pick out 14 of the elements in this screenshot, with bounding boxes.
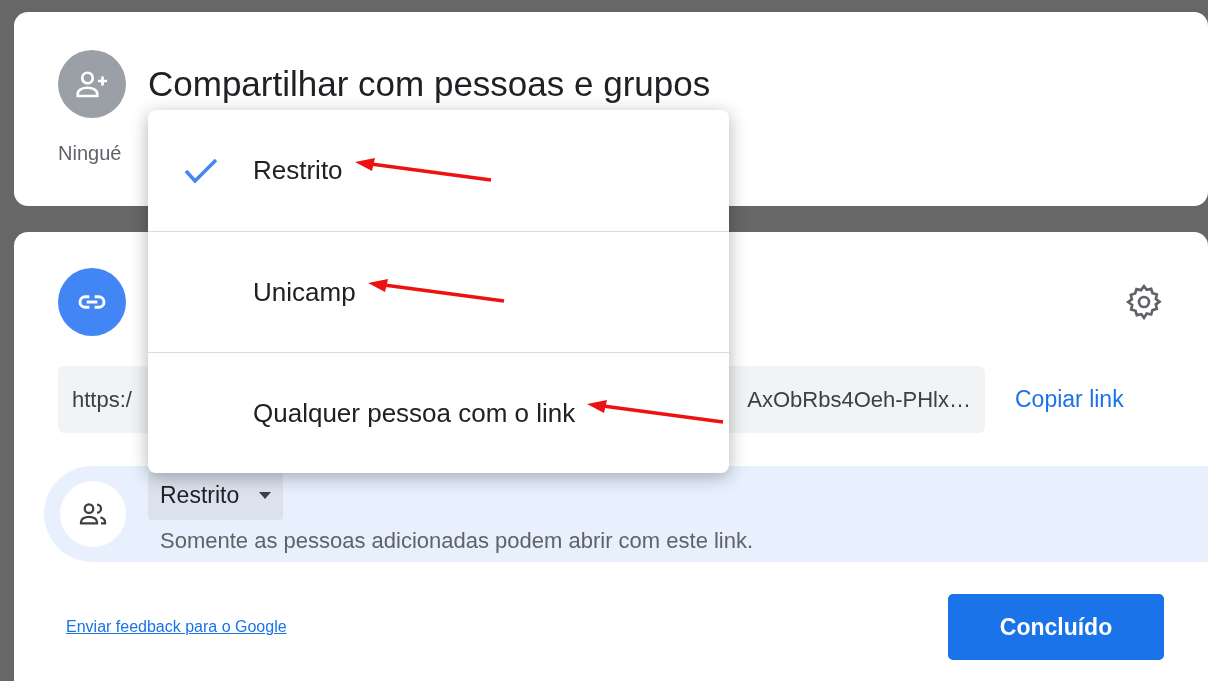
feedback-link[interactable]: Enviar feedback para o Google xyxy=(66,615,287,639)
access-dropdown[interactable]: Restrito xyxy=(148,471,284,520)
menu-option[interactable]: Restrito xyxy=(253,151,343,190)
access-description: Somente as pessoas adicionadas podem abrir com este link. xyxy=(160,526,754,555)
done-button[interactable]: Concluído xyxy=(948,594,1164,660)
sharing-status-text: Ningué xyxy=(58,141,123,166)
settings-icon[interactable] xyxy=(1124,282,1164,322)
link-text-end: AxObRbs4Oeh-PHlx… xyxy=(747,386,971,414)
dialog-title: Compartilhar com pessoas e grupos xyxy=(148,62,711,105)
link-text-start: https:/ xyxy=(72,386,132,414)
caret-icon xyxy=(259,492,272,499)
copy-link-button[interactable]: Copiar link xyxy=(1005,374,1134,425)
menu-option[interactable]: Qualquer pessoa com o link xyxy=(253,393,576,433)
menu-option[interactable]: Unicamp xyxy=(253,272,356,312)
